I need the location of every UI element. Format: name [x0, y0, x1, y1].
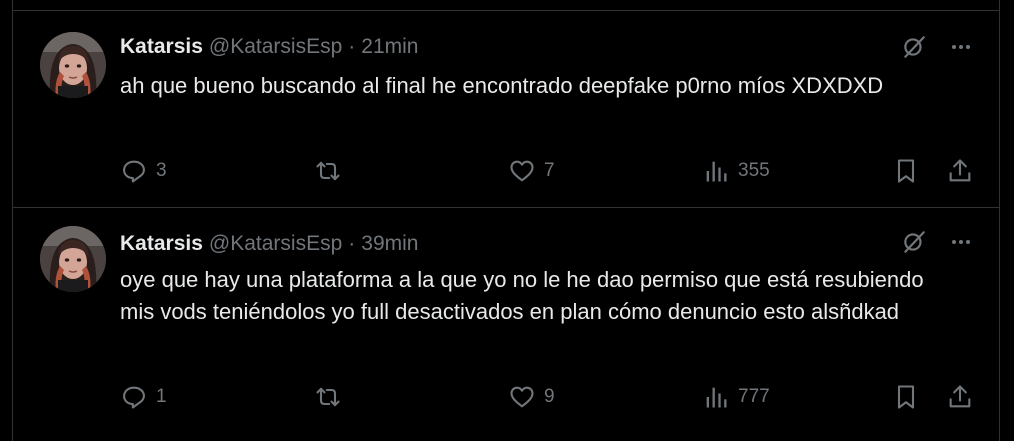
- reply-icon: [123, 386, 145, 409]
- avatar[interactable]: [40, 226, 106, 292]
- views-icon: [706, 387, 727, 408]
- separator-dot: ·: [348, 35, 356, 58]
- views-button[interactable]: 777: [702, 382, 770, 412]
- retweet-icon: [316, 387, 340, 407]
- views-button[interactable]: 355: [702, 156, 770, 186]
- tweet-actions: 1 9 777: [120, 382, 979, 412]
- timestamp[interactable]: 39min: [361, 232, 418, 256]
- like-button[interactable]: 9: [508, 382, 555, 412]
- display-name[interactable]: Katarsis: [120, 35, 203, 59]
- tweet-text: ah que bueno buscando al final he encont…: [120, 73, 884, 98]
- retweet-icon: [316, 161, 340, 181]
- user-handle[interactable]: @KatarsisEsp: [209, 35, 342, 59]
- tweet-actions: 3 7 355: [120, 156, 979, 186]
- like-count: 9: [544, 386, 555, 407]
- bookmark-icon: [897, 385, 915, 409]
- reply-count: 1: [156, 386, 167, 407]
- tweet-feed: Katarsis @KatarsisEsp · 21min ah que bue…: [12, 0, 1000, 441]
- separator-dot: ·: [348, 232, 356, 255]
- reply-button[interactable]: 3: [120, 156, 167, 186]
- like-button[interactable]: 7: [508, 156, 555, 186]
- bookmark-icon: [897, 159, 915, 183]
- share-button[interactable]: [946, 382, 974, 412]
- retweet-button[interactable]: [314, 156, 342, 186]
- grok-icon[interactable]: [899, 32, 929, 62]
- share-icon: [949, 159, 971, 182]
- more-icon[interactable]: [946, 32, 976, 62]
- like-count: 7: [544, 160, 555, 181]
- display-name[interactable]: Katarsis: [120, 232, 203, 256]
- view-count: 777: [738, 386, 770, 407]
- timestamp[interactable]: 21min: [361, 35, 418, 59]
- reply-button[interactable]: 1: [120, 382, 167, 412]
- avatar[interactable]: [40, 32, 106, 98]
- tweet-header: Katarsis @KatarsisEsp · 21min: [120, 33, 418, 61]
- more-icon[interactable]: [946, 227, 976, 257]
- reply-icon: [123, 160, 145, 183]
- view-count: 355: [738, 160, 770, 181]
- heart-icon: [510, 386, 534, 408]
- tweet-header: Katarsis @KatarsisEsp · 39min: [120, 230, 418, 258]
- tweet[interactable]: Katarsis @KatarsisEsp · 39min oye que ha…: [13, 208, 999, 441]
- reply-count: 3: [156, 160, 167, 181]
- views-icon: [706, 161, 727, 182]
- tweet-text: oye que hay una plataforma a la que yo n…: [120, 267, 924, 324]
- tweet[interactable]: Katarsis @KatarsisEsp · 21min ah que bue…: [13, 11, 999, 208]
- share-button[interactable]: [946, 156, 974, 186]
- bookmark-button[interactable]: [892, 382, 920, 412]
- user-handle[interactable]: @KatarsisEsp: [209, 232, 342, 256]
- grok-icon[interactable]: [899, 227, 929, 257]
- bookmark-button[interactable]: [892, 156, 920, 186]
- retweet-button[interactable]: [314, 382, 342, 412]
- heart-icon: [510, 160, 534, 182]
- share-icon: [949, 385, 971, 408]
